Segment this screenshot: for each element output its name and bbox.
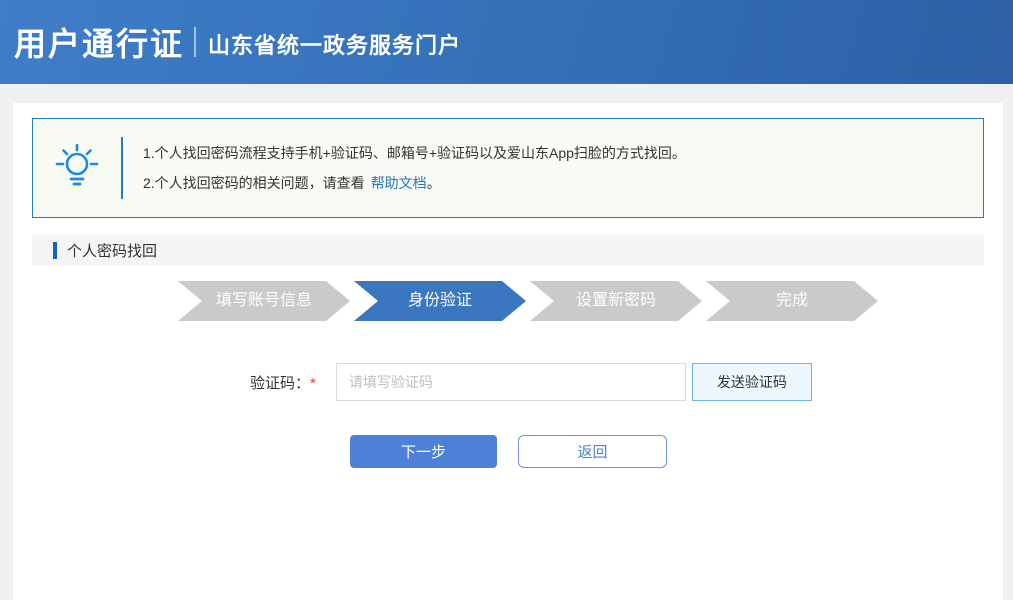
progress-steps: 填写账号信息 身份验证 设置新密码 完成 [178, 281, 878, 321]
main-panel: 1.个人找回密码流程支持手机+验证码、邮箱号+验证码以及爱山东App扫脸的方式找… [13, 103, 1003, 600]
verification-code-label: 验证码：* [250, 372, 316, 393]
send-code-button[interactable]: 发送验证码 [692, 363, 812, 401]
section-accent-bar [53, 242, 57, 259]
required-asterisk: * [310, 375, 316, 392]
verification-code-input[interactable] [336, 363, 686, 401]
notice-line-1: 1.个人找回密码流程支持手机+验证码、邮箱号+验证码以及爱山东App扫脸的方式找… [143, 138, 686, 168]
verification-code-row: 验证码：* 发送验证码 [250, 363, 1003, 401]
notice-text: 1.个人找回密码流程支持手机+验证码、邮箱号+验证码以及爱山东App扫脸的方式找… [123, 138, 686, 198]
notice-box: 1.个人找回密码流程支持手机+验证码、邮箱号+验证码以及爱山东App扫脸的方式找… [32, 118, 984, 218]
notice-line-2: 2.个人找回密码的相关问题，请查看帮助文档。 [143, 168, 686, 198]
portal-subtitle: 山东省统一政务服务门户 [208, 25, 461, 60]
notice-line-2-text: 2.个人找回密码的相关问题，请查看 [143, 175, 365, 191]
next-step-button[interactable]: 下一步 [350, 435, 497, 468]
step-complete: 完成 [706, 281, 878, 321]
notice-icon-area [33, 142, 121, 195]
header-divider [194, 27, 196, 57]
section-title: 个人密码找回 [67, 240, 157, 261]
verification-code-label-text: 验证码： [250, 375, 310, 392]
help-doc-link[interactable]: 帮助文档 [371, 175, 427, 191]
app-title: 用户通行证 [14, 19, 184, 65]
page-header: 用户通行证 山东省统一政务服务门户 [0, 0, 1013, 84]
lightbulb-icon [54, 142, 100, 195]
back-button[interactable]: 返回 [518, 435, 667, 468]
step-identity-verify: 身份验证 [354, 281, 526, 321]
step-set-new-password: 设置新密码 [530, 281, 702, 321]
section-header: 个人密码找回 [32, 235, 984, 266]
step-fill-account-info: 填写账号信息 [178, 281, 350, 321]
notice-line-2-suffix: 。 [427, 175, 441, 191]
action-buttons: 下一步 返回 [350, 435, 1003, 468]
